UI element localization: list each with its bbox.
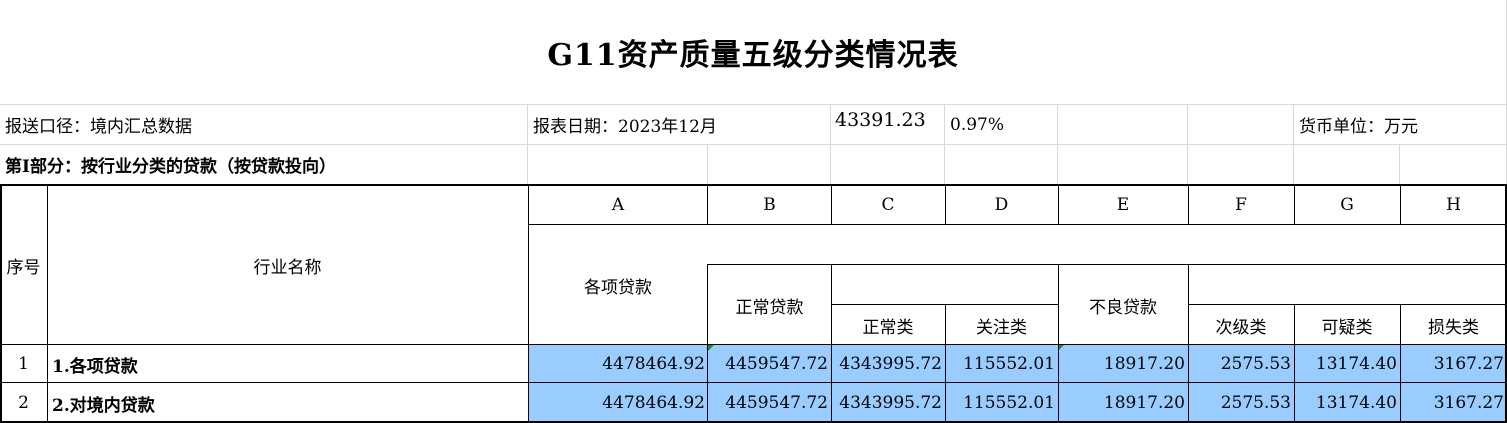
row-value-b[interactable]: 4459547.72 (708, 345, 831, 383)
table-border-left (0, 184, 2, 423)
row-value-g[interactable]: 13174.40 (1294, 345, 1400, 383)
empty-cell[interactable] (945, 145, 1058, 185)
row-value-c[interactable]: 4343995.72 (831, 383, 945, 423)
row-value-d[interactable]: 115552.01 (945, 345, 1058, 383)
row-value-h[interactable]: 3167.27 (1400, 345, 1507, 383)
grid-line (945, 185, 946, 225)
column-letter-b[interactable]: B (708, 185, 831, 225)
empty-cell[interactable] (1188, 105, 1294, 145)
row-value-h[interactable]: 3167.27 (1400, 383, 1507, 423)
row-value-c[interactable]: 4343995.72 (831, 345, 945, 383)
value-cell[interactable]: 43391.23 (831, 105, 945, 145)
grid-line (47, 185, 48, 423)
row-value-g[interactable]: 13174.40 (1294, 383, 1400, 423)
grid-line (831, 185, 832, 225)
grid-line (707, 264, 1507, 265)
doubtful-header[interactable]: 可疑类 (1294, 305, 1400, 345)
seq-header[interactable]: 序号 (0, 185, 47, 345)
total-loans-header[interactable]: 各项贷款 (528, 225, 708, 345)
empty-cell[interactable] (1058, 105, 1188, 145)
column-letter-g[interactable]: G (1294, 185, 1400, 225)
report-date-cell[interactable]: 报表日期：2023年12月 (528, 105, 831, 145)
row-value-e[interactable]: 18917.20 (1058, 345, 1188, 383)
grid-line (1294, 305, 1295, 423)
ratio-cell[interactable]: 0.97% (945, 105, 1058, 145)
grid-line (1058, 185, 1059, 225)
column-letter-c[interactable]: C (831, 185, 945, 225)
row-seq[interactable]: 1 (0, 345, 47, 383)
grid-line (945, 305, 946, 423)
spreadsheet: G11资产质量五级分类情况表 报送口径：境内汇总数据 报表日期：2023年12月… (0, 0, 1507, 423)
normal-loans-header[interactable]: 正常贷款 (708, 265, 831, 345)
special-mention-header[interactable]: 关注类 (945, 305, 1058, 345)
table-border-top (0, 184, 1507, 186)
grid-line (528, 224, 1507, 225)
empty-cell[interactable] (831, 145, 945, 185)
row-value-e[interactable]: 18917.20 (1058, 383, 1188, 423)
grid-line (1400, 305, 1401, 423)
grid-line (831, 304, 1058, 305)
empty-cell[interactable] (528, 145, 708, 185)
grid-line (1188, 185, 1189, 225)
grid-line (707, 185, 708, 225)
column-letter-f[interactable]: F (1188, 185, 1294, 225)
row-value-a[interactable]: 4478464.92 (528, 345, 708, 383)
report-scope-cell[interactable]: 报送口径：境内汇总数据 (0, 105, 528, 145)
substandard-header[interactable]: 次级类 (1188, 305, 1294, 345)
grid-line (0, 344, 1507, 345)
row-value-f[interactable]: 2575.53 (1188, 345, 1294, 383)
row-value-a[interactable]: 4478464.92 (528, 383, 708, 423)
empty-cell[interactable] (1058, 145, 1188, 185)
column-letter-a[interactable]: A (528, 185, 708, 225)
grid-line (1188, 304, 1507, 305)
row-seq[interactable]: 2 (0, 383, 47, 423)
column-letter-e[interactable]: E (1058, 185, 1188, 225)
row-value-d[interactable]: 115552.01 (945, 383, 1058, 423)
npl-header[interactable]: 不良贷款 (1058, 265, 1188, 345)
row-industry-name[interactable]: 2.对境内贷款 (47, 383, 528, 423)
normal-class-header[interactable]: 正常类 (831, 305, 945, 345)
industry-header[interactable]: 行业名称 (47, 185, 528, 345)
column-letter-d[interactable]: D (945, 185, 1058, 225)
empty-cell[interactable] (708, 145, 831, 185)
loss-header[interactable]: 损失类 (1400, 305, 1507, 345)
currency-unit-cell[interactable]: 货币单位：万元 (1294, 105, 1507, 145)
grid-line (1294, 185, 1295, 225)
column-letter-h[interactable]: H (1400, 185, 1507, 225)
row-value-b[interactable]: 4459547.72 (708, 383, 831, 423)
empty-cell[interactable] (1400, 145, 1507, 185)
row-industry-name[interactable]: 1.各项贷款 (47, 345, 528, 383)
grid-line (528, 185, 529, 423)
empty-cell[interactable] (1294, 145, 1400, 185)
section-title[interactable]: 第Ⅰ部分：按行业分类的贷款（按贷款投向） (0, 145, 528, 185)
grid-line (1400, 185, 1401, 225)
row-value-f[interactable]: 2575.53 (1188, 383, 1294, 423)
grid-line (0, 382, 1507, 383)
report-title[interactable]: G11资产质量五级分类情况表 (0, 0, 1507, 105)
empty-cell[interactable] (1188, 145, 1294, 185)
